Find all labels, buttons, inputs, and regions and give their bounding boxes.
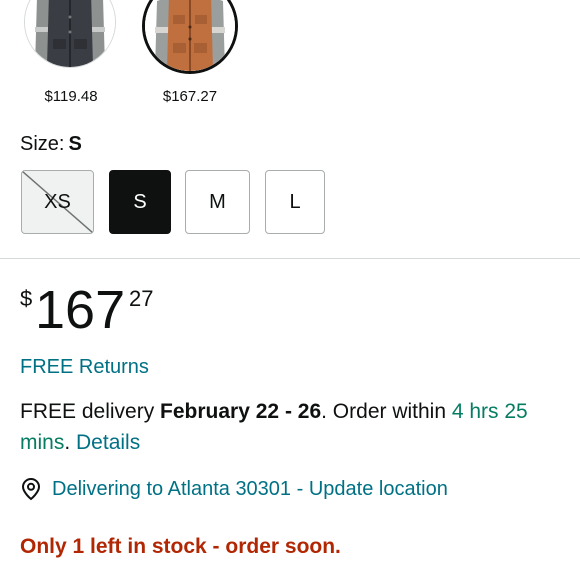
delivery-prefix: FREE delivery [20, 400, 161, 423]
price-fraction: 27 [129, 286, 154, 311]
selected-size: S [68, 133, 82, 155]
jacket-image [145, 0, 235, 71]
size-option-label: M [209, 190, 226, 213]
swatch-price: $167.27 [162, 88, 218, 105]
swatch-price: $119.48 [44, 88, 98, 105]
size-option-xs[interactable]: XS [21, 170, 94, 234]
color-swatch-charcoal[interactable] [24, 0, 116, 68]
jacket-image [25, 0, 115, 67]
delivery-period: . [64, 431, 77, 454]
size-label: Size: S [20, 133, 82, 156]
location-text: Delivering to Atlanta 30301 - Update loc… [52, 477, 448, 500]
location-pin-icon [20, 477, 42, 501]
delivery-dates: February 22 - 26 [160, 400, 322, 423]
size-option-label: XS [44, 190, 71, 213]
stock-status: Only 1 left in stock - order soon. [20, 535, 341, 558]
price-currency-symbol: $ [20, 286, 33, 311]
color-swatch-brown[interactable] [142, 0, 238, 74]
size-option-l[interactable]: L [265, 170, 325, 234]
price-whole: 167 [35, 280, 126, 340]
size-label-text: Size: [20, 133, 65, 155]
size-option-label: L [289, 190, 301, 213]
size-option-s[interactable]: S [109, 170, 171, 234]
delivery-message: FREE delivery February 22 - 26. Order wi… [20, 396, 565, 458]
delivery-details-link[interactable]: Details [76, 431, 140, 454]
delivery-location[interactable]: Delivering to Atlanta 30301 - Update loc… [20, 475, 448, 503]
delivery-order-within: . Order within [321, 400, 452, 423]
free-returns-link[interactable]: FREE Returns [20, 356, 149, 379]
section-divider [0, 258, 580, 259]
size-option-m[interactable]: M [185, 170, 250, 234]
size-option-label: S [133, 190, 147, 213]
